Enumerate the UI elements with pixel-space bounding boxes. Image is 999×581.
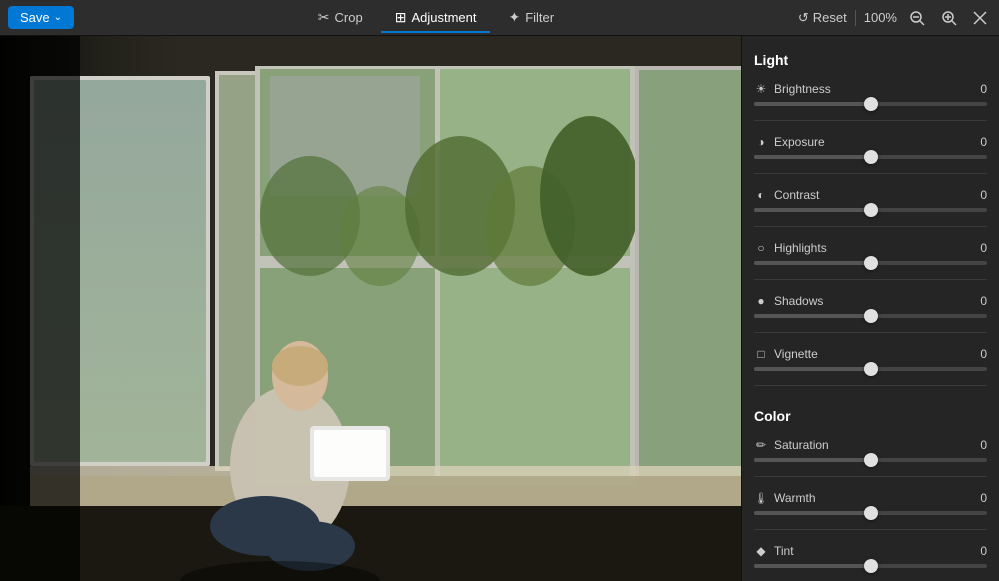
reset-icon: ↺ — [798, 10, 809, 26]
brightness-label-text: Brightness — [774, 82, 831, 96]
saturation-track[interactable] — [754, 458, 987, 462]
side-panel: Light ☀ Brightness 0 ◑ Exposure — [741, 36, 999, 581]
saturation-slider-row: ✏ Saturation 0 — [754, 438, 987, 462]
vignette-track[interactable] — [754, 367, 987, 371]
contrast-slider-row: ◐ Contrast 0 — [754, 188, 987, 212]
brightness-track[interactable] — [754, 102, 987, 106]
shadows-value: 0 — [980, 294, 987, 308]
photo-canvas — [0, 36, 741, 581]
tint-slider-row: ◆ Tint 0 — [754, 544, 987, 568]
crop-icon: ✂ — [318, 9, 330, 26]
contrast-icon: ◐ — [754, 188, 768, 202]
warmth-label: 🌡 Warmth — [754, 491, 816, 505]
warmth-slider-row: 🌡 Warmth 0 — [754, 491, 987, 515]
vignette-label-row: □ Vignette 0 — [754, 347, 987, 361]
tab-filter-label: Filter — [525, 10, 554, 25]
tab-crop-label: Crop — [335, 10, 363, 25]
warmth-value: 0 — [980, 491, 987, 505]
zoom-level: 100% — [864, 10, 897, 25]
tab-crop[interactable]: ✂ Crop — [304, 3, 377, 32]
highlights-track[interactable] — [754, 261, 987, 265]
save-label: Save — [20, 10, 50, 25]
filter-icon: ✦ — [508, 9, 520, 26]
highlights-icon: ○ — [754, 241, 768, 255]
highlights-label-text: Highlights — [774, 241, 827, 255]
divider — [855, 10, 856, 26]
tab-adjustment-label: Adjustment — [411, 10, 476, 25]
warmth-track[interactable] — [754, 511, 987, 515]
highlights-label-row: ○ Highlights 0 — [754, 241, 987, 255]
saturation-label-row: ✏ Saturation 0 — [754, 438, 987, 452]
reset-button[interactable]: ↺ Reset — [798, 10, 847, 26]
vignette-value: 0 — [980, 347, 987, 361]
tint-label-text: Tint — [774, 544, 794, 558]
shadows-label: ● Shadows — [754, 294, 823, 308]
vignette-label-text: Vignette — [774, 347, 818, 361]
close-icon — [973, 11, 987, 25]
shadows-track[interactable] — [754, 314, 987, 318]
contrast-label-row: ◐ Contrast 0 — [754, 188, 987, 202]
tint-icon: ◆ — [754, 544, 768, 558]
close-button[interactable] — [969, 9, 991, 27]
topbar-right: ↺ Reset 100% — [798, 8, 991, 28]
contrast-value: 0 — [980, 188, 987, 202]
saturation-label: ✏ Saturation — [754, 438, 829, 452]
image-area — [0, 36, 741, 581]
vignette-label: □ Vignette — [754, 347, 818, 361]
shadows-label-text: Shadows — [774, 294, 823, 308]
tint-label-row: ◆ Tint 0 — [754, 544, 987, 558]
zoom-in-icon — [941, 10, 957, 26]
zoom-out-icon — [909, 10, 925, 26]
tint-track[interactable] — [754, 564, 987, 568]
saturation-icon: ✏ — [754, 438, 768, 452]
exposure-slider-row: ◑ Exposure 0 — [754, 135, 987, 159]
highlights-slider-row: ○ Highlights 0 — [754, 241, 987, 265]
brightness-label: ☀ Brightness — [754, 82, 831, 96]
vignette-slider-row: □ Vignette 0 — [754, 347, 987, 371]
contrast-label: ◐ Contrast — [754, 188, 819, 202]
warmth-label-text: Warmth — [774, 491, 816, 505]
highlights-value: 0 — [980, 241, 987, 255]
exposure-icon: ◑ — [754, 135, 768, 149]
contrast-track[interactable] — [754, 208, 987, 212]
warmth-label-row: 🌡 Warmth 0 — [754, 491, 987, 505]
exposure-label-text: Exposure — [774, 135, 825, 149]
zoom-out-button[interactable] — [905, 8, 929, 28]
shadows-slider-row: ● Shadows 0 — [754, 294, 987, 318]
saturation-label-text: Saturation — [774, 438, 829, 452]
exposure-label-row: ◑ Exposure 0 — [754, 135, 987, 149]
exposure-label: ◑ Exposure — [754, 135, 825, 149]
save-button[interactable]: Save ⌄ — [8, 6, 74, 29]
shadows-icon: ● — [754, 294, 768, 308]
warmth-icon: 🌡 — [754, 491, 768, 505]
topbar: Save ⌄ ✂ Crop ⊞ Adjustment ✦ Filter ↺ Re… — [0, 0, 999, 36]
vignette-icon: □ — [754, 347, 768, 361]
tab-adjustment[interactable]: ⊞ Adjustment — [381, 3, 491, 32]
highlights-label: ○ Highlights — [754, 241, 827, 255]
brightness-value: 0 — [980, 82, 987, 96]
exposure-track[interactable] — [754, 155, 987, 159]
main-content: Light ☀ Brightness 0 ◑ Exposure — [0, 36, 999, 581]
exposure-value: 0 — [980, 135, 987, 149]
zoom-in-button[interactable] — [937, 8, 961, 28]
adjustment-icon: ⊞ — [395, 9, 407, 26]
tint-value: 0 — [980, 544, 987, 558]
brightness-slider-row: ☀ Brightness 0 — [754, 82, 987, 106]
tab-filter[interactable]: ✦ Filter — [494, 3, 568, 32]
shadows-label-row: ● Shadows 0 — [754, 294, 987, 308]
brightness-icon: ☀ — [754, 82, 768, 96]
tint-label: ◆ Tint — [754, 544, 794, 558]
brightness-label-row: ☀ Brightness 0 — [754, 82, 987, 96]
contrast-label-text: Contrast — [774, 188, 819, 202]
saturation-value: 0 — [980, 438, 987, 452]
reset-label: Reset — [813, 10, 847, 25]
light-section-title: Light — [754, 52, 987, 68]
save-chevron-icon: ⌄ — [54, 12, 62, 23]
color-section-title: Color — [754, 408, 987, 424]
nav-tabs: ✂ Crop ⊞ Adjustment ✦ Filter — [304, 3, 568, 32]
